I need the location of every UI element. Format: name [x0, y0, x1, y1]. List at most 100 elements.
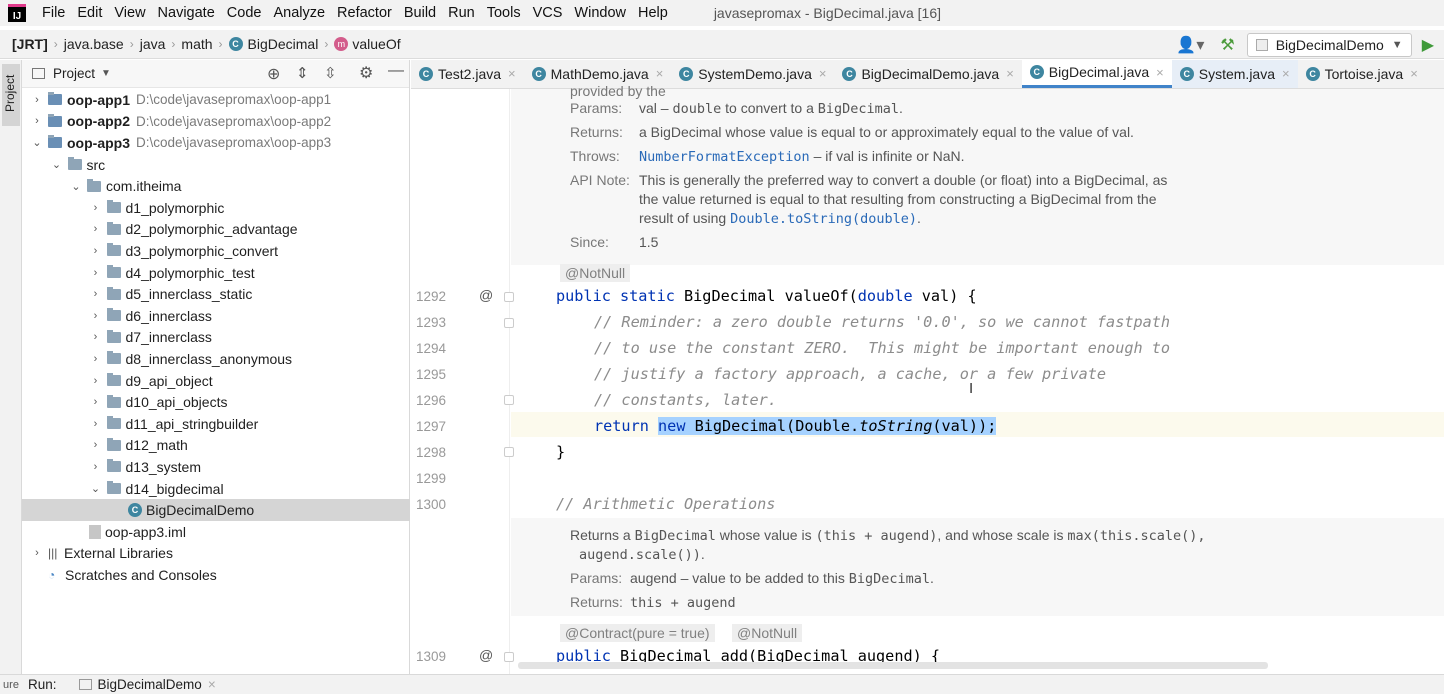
fold-icon[interactable] [504, 447, 514, 457]
tree-item-d14-bigdecimal[interactable]: ⌄ d14_bigdecimal [22, 478, 410, 500]
chevron-right-icon[interactable]: › [89, 461, 103, 473]
tree-item-d3-polymorphic-convert[interactable]: › d3_polymorphic_convert [22, 240, 410, 262]
fold-icon[interactable] [504, 292, 514, 302]
collapse-all-icon[interactable]: ⇳ [324, 64, 337, 82]
tab-test2-java[interactable]: C Test2.java × [411, 60, 524, 88]
chevron-right-icon[interactable]: › [89, 202, 103, 214]
close-icon[interactable]: × [1410, 66, 1418, 81]
chevron-down-icon[interactable]: ⌄ [50, 158, 64, 171]
tab-tortoise-java[interactable]: C Tortoise.java × [1298, 60, 1426, 88]
tree-item-oop-app1[interactable]: › oop-app1 D:\code\javasepromax\oop-app1 [22, 89, 410, 111]
run-tab[interactable]: BigDecimalDemo [98, 677, 202, 692]
code-line-1300[interactable]: // Arithmetic Operations [556, 495, 775, 513]
tree-item-d4-polymorphic-test[interactable]: › d4_polymorphic_test [22, 262, 410, 284]
chevron-right-icon[interactable]: › [30, 547, 44, 559]
horizontal-scrollbar[interactable] [518, 662, 1268, 669]
tree-item-d11-api-stringbuilder[interactable]: › d11_api_stringbuilder [22, 413, 410, 435]
chevron-right-icon[interactable]: › [89, 331, 103, 343]
menu-refactor[interactable]: Refactor [331, 0, 398, 26]
tree-item-d10-api-objects[interactable]: › d10_api_objects [22, 391, 410, 413]
chevron-right-icon[interactable]: › [30, 115, 44, 127]
tree-item-d6-innerclass[interactable]: › d6_innerclass [22, 305, 410, 327]
expand-all-icon[interactable]: ⇕ [296, 64, 309, 82]
chevron-right-icon[interactable]: › [89, 223, 103, 235]
tree-item-com-itheima[interactable]: ⌄ com.itheima [22, 175, 410, 197]
structure-tab-label[interactable]: ure [0, 679, 22, 691]
project-tool-tab[interactable]: Project [2, 64, 20, 126]
chevron-right-icon[interactable]: › [89, 375, 103, 387]
tree-item-oop-app3[interactable]: ⌄ oop-app3 D:\code\javasepromax\oop-app3 [22, 132, 410, 154]
menu-run[interactable]: Run [442, 0, 481, 26]
tree-item-src[interactable]: ⌄ src [22, 154, 410, 176]
run-config-selector[interactable]: BigDecimalDemo ▼ [1246, 32, 1412, 57]
menu-window[interactable]: Window [568, 0, 632, 26]
menu-file[interactable]: File [36, 0, 71, 26]
tree-item-scratches-and-consoles[interactable]: ◔ Scratches and Consoles [22, 564, 410, 586]
menu-help[interactable]: Help [632, 0, 674, 26]
chevron-right-icon[interactable]: › [89, 267, 103, 279]
close-icon[interactable]: × [508, 66, 516, 81]
menu-view[interactable]: View [108, 0, 151, 26]
fold-icon[interactable] [504, 395, 514, 405]
chevron-right-icon[interactable]: › [89, 353, 103, 365]
tree-item-bigdecimaldemo[interactable]: C BigDecimalDemo [22, 499, 410, 521]
user-icon[interactable]: 👤▾ [1176, 35, 1204, 55]
gear-icon[interactable]: ⚙ [359, 63, 373, 83]
chevron-down-icon[interactable]: ⌄ [89, 482, 103, 495]
crumb-java-base[interactable]: java.base [64, 36, 124, 52]
menu-vcs[interactable]: VCS [527, 0, 569, 26]
code-line-1295[interactable]: // justify a factory approach, a cache, … [594, 365, 1106, 383]
crumb-java[interactable]: java [140, 36, 166, 52]
code-line-1298[interactable]: } [556, 443, 565, 461]
crumb-math[interactable]: math [181, 36, 212, 52]
override-at-icon[interactable]: @ [479, 287, 493, 303]
code-line-1297[interactable]: return new BigDecimal(Double.toString(va… [594, 417, 997, 435]
menu-build[interactable]: Build [398, 0, 442, 26]
close-icon[interactable]: × [1006, 66, 1014, 81]
chevron-right-icon[interactable]: › [89, 396, 103, 408]
menu-navigate[interactable]: Navigate [152, 0, 221, 26]
tree-item-d9-api-object[interactable]: › d9_api_object [22, 370, 410, 392]
tree-item-external-libraries[interactable]: › ||| External Libraries [22, 543, 410, 565]
chevron-down-icon[interactable]: ▼ [101, 68, 111, 79]
tree-item-d5-innerclass-static[interactable]: › d5_innerclass_static [22, 283, 410, 305]
code-line-1293[interactable]: // Reminder: a zero double returns '0.0'… [594, 313, 1170, 331]
close-icon[interactable]: × [656, 66, 664, 81]
tree-item-d8-innerclass-anonymous[interactable]: › d8_innerclass_anonymous [22, 348, 410, 370]
tree-item-d1-polymorphic[interactable]: › d1_polymorphic [22, 197, 410, 219]
chevron-right-icon[interactable]: › [89, 288, 103, 300]
build-hammer-icon[interactable]: ⚒ [1220, 35, 1234, 55]
chevron-down-icon[interactable]: ⌄ [69, 180, 83, 193]
tree-item-oop-app2[interactable]: › oop-app2 D:\code\javasepromax\oop-app2 [22, 111, 410, 133]
override-at-icon[interactable]: @ [479, 647, 493, 663]
doc-link-number-format-exception[interactable]: NumberFormatException [639, 149, 810, 165]
tab-bigdecimaldemo-java[interactable]: C BigDecimalDemo.java × [834, 60, 1021, 88]
tab-bigdecimal-java[interactable]: C BigDecimal.java × [1021, 60, 1172, 88]
doc-link-double-tostring[interactable]: Double.toString(double) [730, 211, 917, 227]
crumb-jrt[interactable]: [JRT] [12, 36, 48, 52]
tree-item-d12-math[interactable]: › d12_math [22, 435, 410, 457]
menu-code[interactable]: Code [221, 0, 268, 26]
close-icon[interactable]: × [819, 66, 827, 81]
close-icon[interactable]: × [208, 677, 216, 692]
fold-icon[interactable] [504, 652, 514, 662]
chevron-down-icon[interactable]: ⌄ [30, 136, 44, 149]
code-line-1292[interactable]: public static BigDecimal valueOf(double … [556, 287, 977, 305]
tab-system-java[interactable]: C System.java × [1171, 60, 1298, 88]
code-line-1294[interactable]: // to use the constant ZERO. This might … [594, 339, 1170, 357]
tree-item-d7-innerclass[interactable]: › d7_innerclass [22, 327, 410, 349]
close-icon[interactable]: × [1156, 65, 1164, 80]
chevron-right-icon[interactable]: › [89, 439, 103, 451]
crumb-bigdecimal[interactable]: C BigDecimal [228, 36, 318, 52]
locate-target-icon[interactable]: ⊕ [267, 64, 280, 84]
code-line-1296[interactable]: // constants, later. [594, 391, 777, 409]
fold-icon[interactable] [504, 318, 514, 328]
menu-edit[interactable]: Edit [71, 0, 108, 26]
chevron-right-icon[interactable]: › [89, 245, 103, 257]
close-icon[interactable]: × [1282, 66, 1290, 81]
menu-analyze[interactable]: Analyze [267, 0, 331, 26]
tree-item-d13-system[interactable]: › d13_system [22, 456, 410, 478]
tree-item-d2-polymorphic-advantage[interactable]: › d2_polymorphic_advantage [22, 219, 410, 241]
chevron-right-icon[interactable]: › [89, 310, 103, 322]
chevron-right-icon[interactable]: › [30, 94, 44, 106]
